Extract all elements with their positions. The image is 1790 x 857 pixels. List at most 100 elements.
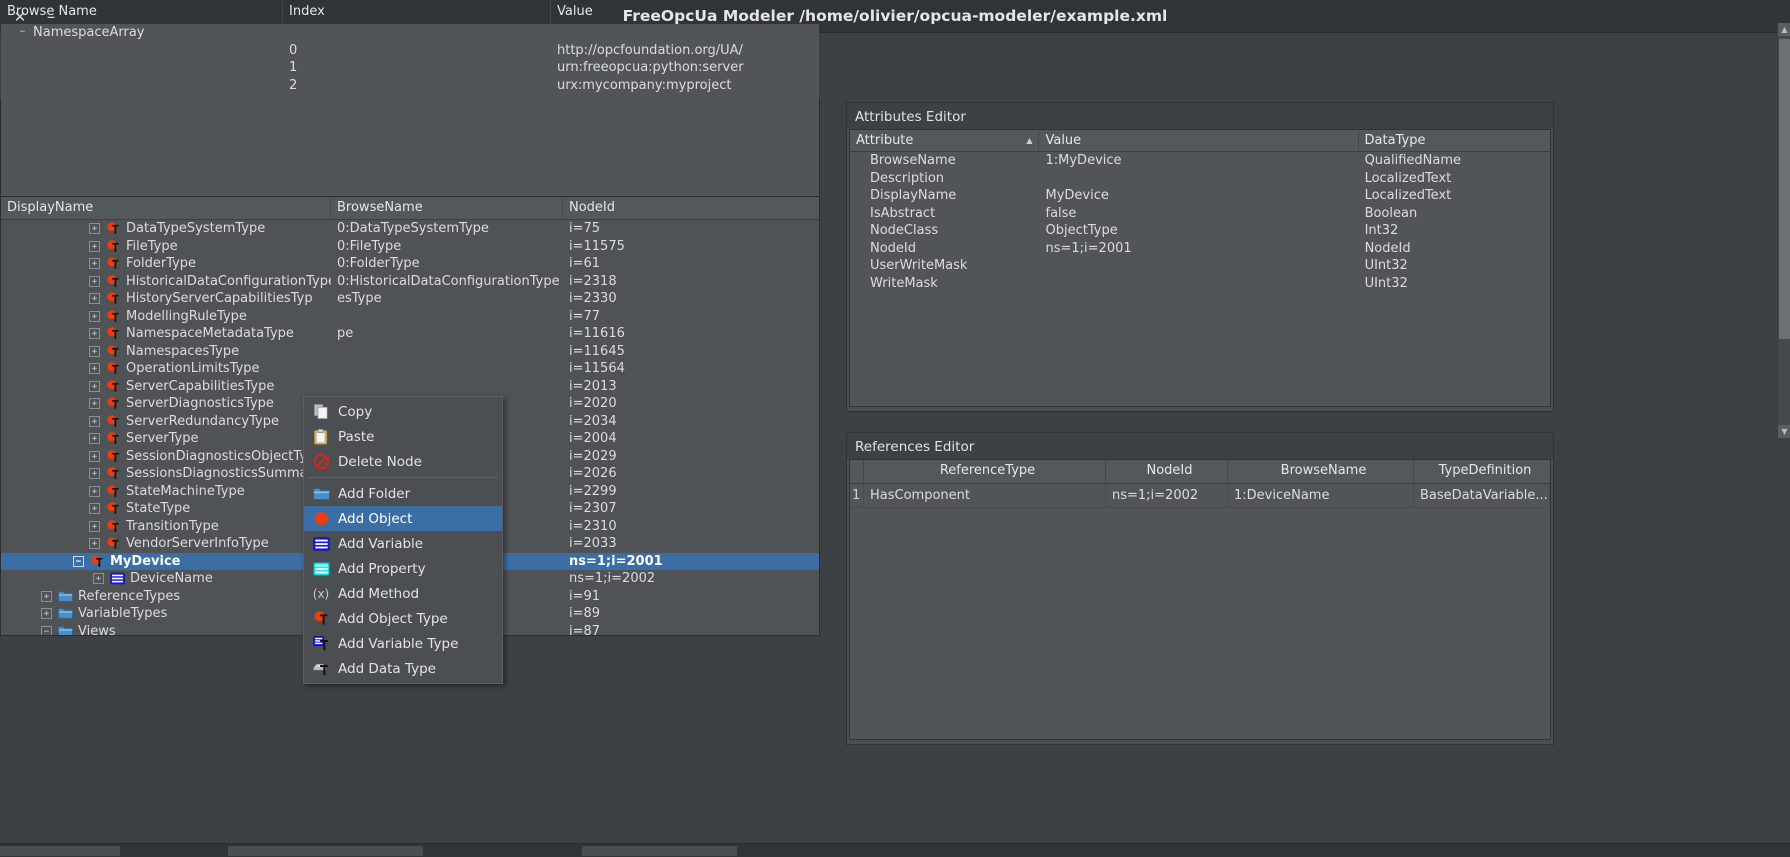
expander-toggle[interactable]: + — [89, 345, 100, 357]
table-row[interactable]: DisplayName MyDevice LocalizedText — [850, 187, 1550, 205]
tree-node-label: ServerDiagnosticsType — [126, 396, 274, 411]
scroll-down-icon[interactable]: ▼ — [1778, 425, 1790, 438]
namespace-root-row[interactable]: − NamespaceArray — [1, 24, 819, 42]
expander-toggle[interactable]: − — [41, 625, 52, 635]
column-datatype[interactable]: DataType — [1359, 130, 1550, 151]
expander-toggle[interactable]: + — [89, 520, 100, 532]
tree-node-label: StateType — [126, 501, 191, 516]
column-index[interactable]: Index — [283, 1, 551, 23]
expander-toggle[interactable]: + — [89, 275, 100, 287]
expander-toggle[interactable]: + — [89, 293, 100, 305]
menu-item-add-variable-type[interactable]: Add Variable Type — [304, 631, 502, 656]
column-value[interactable]: Value — [1039, 130, 1359, 151]
tree-scrollbar[interactable]: ▲ ▼ — [1777, 23, 1790, 438]
attribute-name-cell: IsAbstract — [870, 205, 936, 221]
expander-toggle[interactable]: + — [89, 433, 100, 445]
table-row[interactable]: BrowseName 1:MyDevice QualifiedName — [850, 152, 1550, 170]
menu-item-paste[interactable]: Paste — [304, 424, 502, 449]
tree-row[interactable]: + ModellingRuleType i=77 — [1, 308, 819, 326]
attribute-datatype-cell: UInt32 — [1364, 258, 1408, 273]
expander-toggle[interactable]: − — [17, 27, 28, 38]
attribute-value-cell: 1:MyDevice — [1045, 153, 1122, 168]
expander-toggle[interactable]: + — [41, 608, 52, 620]
table-row[interactable]: NodeId ns=1;i=2001 NodeId — [850, 240, 1550, 258]
menu-item-add-variable[interactable]: Add Variable — [304, 531, 502, 556]
expander-toggle[interactable]: + — [89, 468, 100, 480]
menu-item-add-object-type[interactable]: Add Object Type — [304, 606, 502, 631]
tree-row[interactable]: + DataTypeSystemType 0:DataTypeSystemType i… — [1, 220, 819, 238]
expander-toggle[interactable]: + — [89, 380, 100, 392]
tree-display-name-cell: + FolderType — [1, 255, 331, 273]
column-browse-name[interactable]: BrowseName — [1228, 460, 1414, 483]
menu-item-add-folder[interactable]: Add Folder — [304, 481, 502, 506]
add-variable-type-icon — [312, 635, 330, 653]
attribute-value-cell: ns=1;i=2001 — [1045, 240, 1132, 256]
expander-toggle[interactable]: + — [89, 398, 100, 410]
references-editor-title: References Editor — [847, 433, 1553, 459]
tree-node-id-cell: i=61 — [569, 256, 601, 271]
expander-toggle[interactable]: + — [89, 450, 100, 462]
column-attribute[interactable]: Attribute — [850, 130, 1040, 151]
column-browse-name[interactable]: BrowseName — [331, 197, 563, 219]
expander-toggle[interactable]: − — [73, 555, 84, 567]
tree-display-name-cell: + SessionsDiagnosticsSummary — [1, 465, 331, 483]
column-browse-name[interactable]: Browse Name — [1, 1, 283, 23]
tree-row[interactable]: + ServerCapabilitiesType i=2013 — [1, 378, 819, 396]
table-row[interactable]: WriteMask UInt32 — [850, 275, 1550, 293]
column-type-definition[interactable]: TypeDefinition — [1414, 460, 1550, 483]
tree-display-name-cell: + ServerCapabilitiesType — [1, 378, 331, 396]
tree-row[interactable]: + NamespacesType i=11645 — [1, 343, 819, 361]
expander-toggle[interactable]: + — [89, 310, 100, 322]
table-row[interactable]: IsAbstract false Boolean — [850, 205, 1550, 223]
tree-row[interactable]: + OperationLimitsType i=11564 — [1, 360, 819, 378]
column-value[interactable]: Value — [551, 1, 819, 23]
tree-display-name-cell: + StateMachineType — [1, 483, 331, 501]
tree-node-id-cell: i=2307 — [569, 501, 617, 516]
expander-toggle[interactable]: + — [89, 538, 100, 550]
table-row[interactable]: 0 http://opcfoundation.org/UA/ — [1, 42, 819, 60]
menu-item-label: Delete Node — [338, 453, 422, 470]
column-display-name[interactable]: DisplayName — [1, 197, 331, 219]
table-row[interactable]: UserWriteMask UInt32 — [850, 257, 1550, 275]
menu-item-add-object[interactable]: Add Object — [304, 506, 502, 531]
tree-node-id-cell: i=2330 — [569, 291, 617, 306]
attribute-value-cell: false — [1045, 205, 1077, 221]
tree-row[interactable]: + HistoricalDataConfigurationType 0:Histor… — [1, 273, 819, 291]
menu-item-add-property[interactable]: Add Property — [304, 556, 502, 581]
expander-toggle[interactable]: + — [41, 590, 52, 602]
expander-toggle[interactable]: + — [89, 240, 100, 252]
add-method-icon: (x) — [310, 585, 332, 603]
table-row[interactable]: 1 HasComponent ns=1;i=2002 1:DeviceName Base… — [850, 483, 1550, 508]
tree-node-label: SessionDiagnosticsObjectTyp — [126, 448, 316, 464]
tree-node-label: HistoricalDataConfigurationType — [126, 273, 331, 289]
attribute-datatype-cell: Boolean — [1364, 205, 1418, 221]
table-row[interactable]: 2 urx:mycompany:myproject — [1, 77, 819, 95]
tree-row[interactable]: + HistoryServerCapabilitiesTyp esType i=233… — [1, 290, 819, 308]
expander-toggle[interactable]: + — [89, 485, 100, 497]
expander-toggle[interactable]: + — [89, 223, 100, 235]
expander-toggle[interactable]: + — [89, 363, 100, 375]
tree-row[interactable]: + FileType 0:FileType i=11575 — [1, 238, 819, 256]
column-node-id[interactable]: NodeId — [1106, 460, 1228, 483]
status-segment — [228, 846, 423, 856]
scrollbar-thumb[interactable] — [1779, 39, 1790, 339]
expander-toggle[interactable]: + — [89, 503, 100, 515]
menu-item-copy[interactable]: Copy — [304, 399, 502, 424]
expander-toggle[interactable]: + — [89, 415, 100, 427]
table-row[interactable]: NodeClass ObjectType Int32 — [850, 222, 1550, 240]
add-folder-icon — [312, 485, 330, 503]
scroll-up-icon[interactable]: ▲ — [1778, 23, 1790, 36]
tree-row[interactable]: + NamespaceMetadataType pe i=11616 — [1, 325, 819, 343]
menu-item-add-method[interactable]: (x) Add Method — [304, 581, 502, 606]
menu-item-delete-node[interactable]: Delete Node — [304, 449, 502, 474]
table-row[interactable]: 1 urn:freeopcua:python:server — [1, 59, 819, 77]
menu-item-add-data-type[interactable]: Add Data Type — [304, 656, 502, 681]
tree-row[interactable]: + FolderType 0:FolderType i=61 — [1, 255, 819, 273]
expander-toggle[interactable]: + — [89, 258, 100, 270]
expander-toggle[interactable]: + — [93, 573, 104, 585]
column-node-id[interactable]: NodeId — [563, 197, 805, 219]
tree-node-id-cell: i=2020 — [569, 396, 617, 411]
expander-toggle[interactable]: + — [89, 328, 100, 340]
column-reference-type[interactable]: ReferenceType — [864, 460, 1106, 483]
table-row[interactable]: Description LocalizedText — [850, 170, 1550, 188]
